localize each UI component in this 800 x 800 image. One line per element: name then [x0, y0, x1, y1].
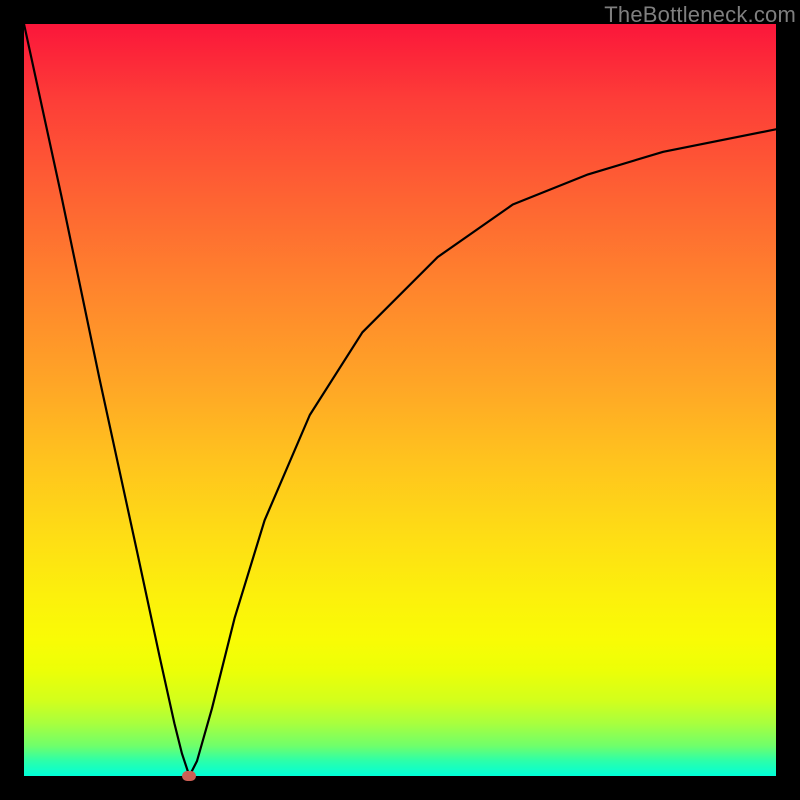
- min-point-marker: [182, 771, 196, 781]
- chart-curve-svg: [24, 24, 776, 776]
- watermark-text: TheBottleneck.com: [604, 2, 796, 28]
- chart-frame: [24, 24, 776, 776]
- bottleneck-curve: [24, 24, 776, 776]
